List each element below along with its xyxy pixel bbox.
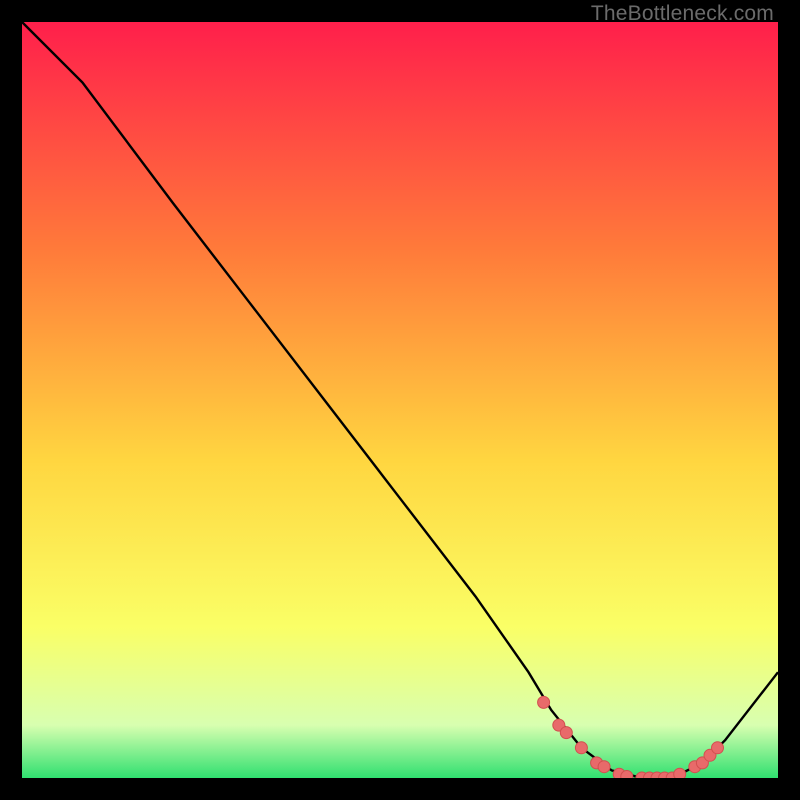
chart-frame bbox=[22, 22, 778, 778]
watermark-text: TheBottleneck.com bbox=[591, 2, 774, 26]
highlight-point bbox=[538, 696, 550, 708]
highlight-point bbox=[674, 768, 686, 778]
highlight-point bbox=[560, 727, 572, 739]
highlight-point bbox=[621, 771, 633, 779]
highlight-point bbox=[575, 742, 587, 754]
bottleneck-chart bbox=[22, 22, 778, 778]
highlight-point bbox=[712, 742, 724, 754]
gradient-background bbox=[22, 22, 778, 778]
highlight-point bbox=[598, 761, 610, 773]
